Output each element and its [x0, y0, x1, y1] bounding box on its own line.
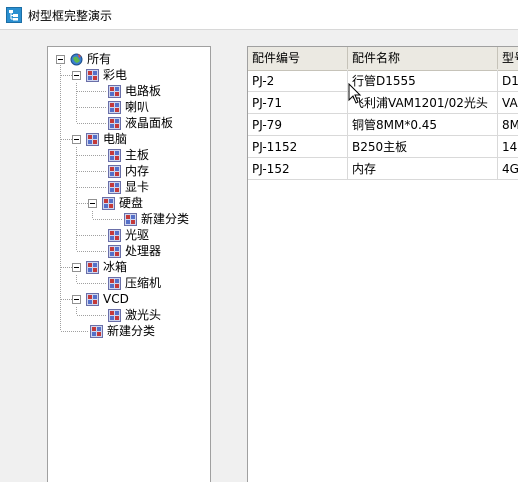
tree-node-lcd-panel[interactable]: 液晶面板 [108, 115, 174, 131]
tree-node-optical-drive[interactable]: 光驱 [108, 227, 150, 243]
title-bar: 树型框完整演示 [0, 0, 518, 30]
tree-node-laser-head[interactable]: 激光头 [108, 307, 162, 323]
cell-part-name: 铜管8MM*0.45 [348, 114, 498, 136]
cell-part-number: PJ-2 [248, 70, 348, 92]
tree-node-label: 新建分类 [107, 324, 156, 338]
tree-node-processor[interactable]: 处理器 [108, 243, 162, 259]
tree-node-color-tv[interactable]: 彩电 [86, 67, 128, 83]
table-row[interactable]: PJ-71 飞利浦VAM1201/02光头 VA [248, 92, 518, 114]
app-tree-icon [6, 7, 22, 23]
grid-header: 配件编号 配件名称 型号 [248, 47, 518, 71]
column-header-model[interactable]: 型号 [498, 47, 518, 69]
category-icon [108, 276, 121, 290]
mouse-cursor-icon [348, 83, 362, 104]
tree-node-motherboard[interactable]: 主板 [108, 147, 150, 163]
client-area: 所有 彩电 电路板 喇叭 液晶面板 电脑 主板 内存 显卡 硬盘 新建分类 光驱… [0, 30, 518, 482]
refrigerator-collapse-toggle[interactable] [72, 263, 81, 272]
tree-node-label: 主板 [125, 148, 150, 162]
color-tv-collapse-toggle[interactable] [72, 71, 81, 80]
category-icon [90, 324, 103, 338]
cell-part-name: 行管D1555 [348, 70, 498, 92]
table-row[interactable]: PJ-2 行管D1555 D1 [248, 70, 518, 92]
cell-model: 8M [498, 114, 518, 136]
column-header-part-number[interactable]: 配件编号 [248, 47, 348, 69]
table-row[interactable]: PJ-79 铜管8MM*0.45 8M [248, 114, 518, 136]
parts-grid[interactable]: 配件编号 配件名称 型号 PJ-2 行管D1555 D1 PJ-71 飞利浦VA… [247, 46, 518, 482]
category-icon [86, 292, 99, 306]
tree-node-label: 压缩机 [125, 276, 162, 290]
vcd-collapse-toggle[interactable] [72, 295, 81, 304]
cell-part-name: 内存 [348, 158, 498, 180]
tree-node-circuit-board[interactable]: 电路板 [108, 83, 162, 99]
globe-icon [70, 53, 83, 65]
cell-part-number: PJ-71 [248, 92, 348, 114]
tree-node-vcd[interactable]: VCD [86, 291, 130, 307]
category-icon [108, 100, 121, 114]
category-icon [108, 308, 121, 322]
column-header-part-name[interactable]: 配件名称 [348, 47, 498, 69]
tree-node-label: 显卡 [125, 180, 150, 194]
category-icon [108, 244, 121, 258]
tree-node-label: 液晶面板 [125, 116, 174, 130]
cell-part-number: PJ-79 [248, 114, 348, 136]
category-icon [108, 148, 121, 162]
category-tree[interactable]: 所有 彩电 电路板 喇叭 液晶面板 电脑 主板 内存 显卡 硬盘 新建分类 光驱… [47, 46, 211, 482]
category-icon [86, 68, 99, 82]
cell-part-number: PJ-1152 [248, 136, 348, 158]
tree-node-label: 电路板 [125, 84, 162, 98]
category-icon [86, 132, 99, 146]
category-icon [124, 212, 137, 226]
tree-node-root[interactable]: 所有 [70, 51, 112, 67]
cell-model: 4G [498, 158, 518, 180]
tree-node-graphics-card[interactable]: 显卡 [108, 179, 150, 195]
tree-node-label: 喇叭 [125, 100, 150, 114]
hard-disk-collapse-toggle[interactable] [88, 199, 97, 208]
tree-node-label: 电脑 [103, 132, 128, 146]
category-icon [86, 260, 99, 274]
tree-node-label: 彩电 [103, 68, 128, 82]
category-icon [102, 196, 115, 210]
tree-node-compressor[interactable]: 压缩机 [108, 275, 162, 291]
tree-node-speaker[interactable]: 喇叭 [108, 99, 150, 115]
cell-model: 140 [498, 136, 518, 158]
cell-part-name: 飞利浦VAM1201/02光头 [348, 92, 498, 114]
table-row[interactable]: PJ-1152 B250主板 140 [248, 136, 518, 158]
tree-node-label: 光驱 [125, 228, 150, 242]
category-icon [108, 180, 121, 194]
tree-node-label: 所有 [87, 52, 112, 66]
tree-node-hard-disk[interactable]: 硬盘 [102, 195, 144, 211]
category-icon [108, 84, 121, 98]
window-title: 树型框完整演示 [28, 9, 113, 23]
category-icon [108, 228, 121, 242]
tree-node-label: 内存 [125, 164, 150, 178]
table-row[interactable]: PJ-152 内存 4G [248, 158, 518, 180]
tree-node-label: 激光头 [125, 308, 162, 322]
cell-model: D1 [498, 70, 518, 92]
tree-node-label: 处理器 [125, 244, 162, 258]
category-icon [108, 164, 121, 178]
tree-node-refrigerator[interactable]: 冰箱 [86, 259, 128, 275]
computer-collapse-toggle[interactable] [72, 135, 81, 144]
cell-part-number: PJ-152 [248, 158, 348, 180]
cell-model: VA [498, 92, 518, 114]
tree-node-memory[interactable]: 内存 [108, 163, 150, 179]
tree-node-computer[interactable]: 电脑 [86, 131, 128, 147]
tree-node-label: 冰箱 [103, 260, 128, 274]
cell-part-name: B250主板 [348, 136, 498, 158]
category-icon [108, 116, 121, 130]
tree-node-label: VCD [103, 292, 129, 306]
tree-node-label: 新建分类 [141, 212, 190, 226]
root-collapse-toggle[interactable] [56, 55, 65, 64]
tree-node-new-category-sub[interactable]: 新建分类 [124, 211, 190, 227]
tree-node-label: 硬盘 [119, 196, 144, 210]
tree-node-new-category[interactable]: 新建分类 [90, 323, 156, 339]
